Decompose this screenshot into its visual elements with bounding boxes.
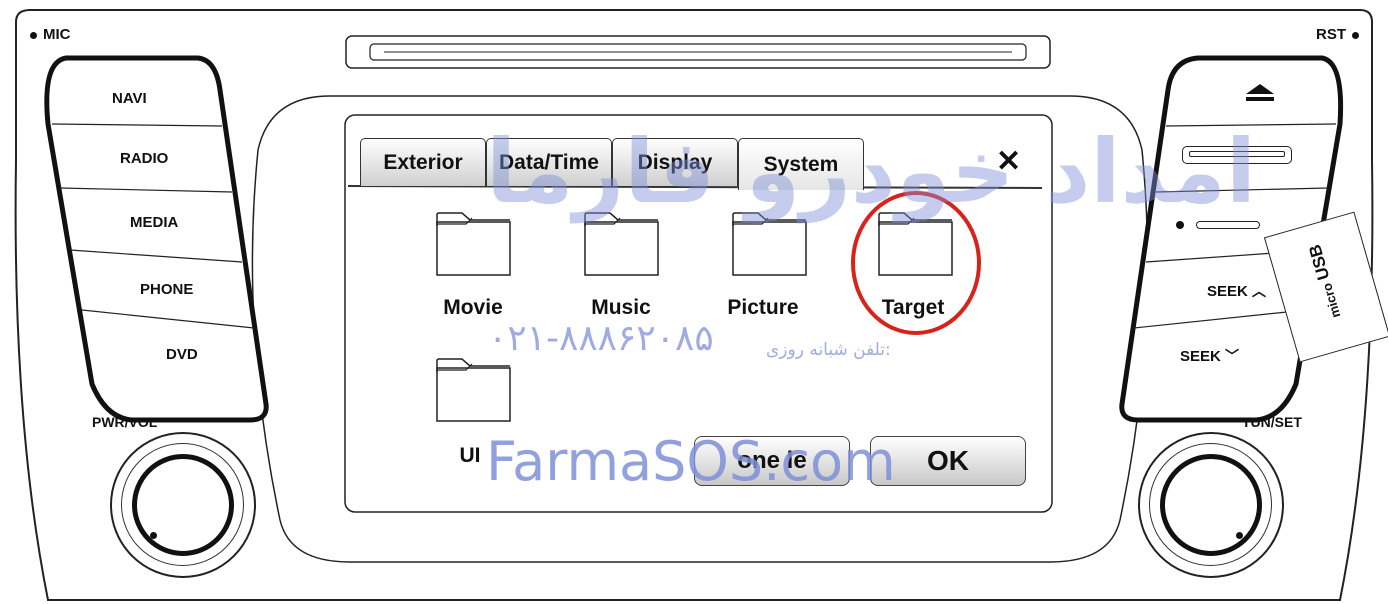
- usb-text: USB: [1305, 242, 1334, 283]
- watermark-brand: FarmaSOS.com: [486, 430, 896, 493]
- folder-label-picture: Picture: [727, 296, 799, 319]
- chevron-down-icon: ﹀: [1225, 348, 1240, 364]
- tun-set-knob[interactable]: [1138, 432, 1284, 578]
- folder-ui[interactable]: [436, 358, 512, 427]
- media-button[interactable]: MEDIA: [130, 214, 178, 231]
- folder-label-music: Music: [591, 296, 651, 319]
- watermark-phone: ۰۲۱-۸۸۸۶۲۰۸۵: [488, 318, 714, 359]
- tab-exterior[interactable]: Exterior: [360, 138, 486, 186]
- folder-label-movie: Movie: [443, 296, 503, 319]
- watermark-arabic: امداد خودرو فارما: [486, 120, 1257, 223]
- tun-set-label: TUN/SET: [1242, 414, 1302, 430]
- mic-dot-icon: [30, 31, 37, 39]
- seek-up-label: SEEK: [1207, 283, 1248, 300]
- knob-indicator-dot: [150, 532, 157, 539]
- knob-indicator-dot: [1236, 532, 1243, 539]
- seek-down-label: SEEK: [1180, 348, 1221, 365]
- micro-usb-label: micro USB: [1305, 242, 1345, 320]
- seek-up-button[interactable]: SEEK ︿: [1207, 281, 1266, 301]
- pwr-vol-label: PWR/VOL: [92, 414, 158, 430]
- dvd-button[interactable]: DVD: [166, 346, 198, 363]
- rst-label: RST: [1316, 26, 1346, 43]
- rst-indicator[interactable]: RST: [1316, 26, 1359, 43]
- seek-down-button[interactable]: SEEK ﹀: [1180, 346, 1239, 366]
- navi-button[interactable]: NAVI: [112, 90, 147, 107]
- mic-label: MIC: [43, 26, 71, 43]
- rst-dot-icon: [1352, 31, 1359, 39]
- folder-icon: [436, 358, 511, 422]
- eject-button[interactable]: [1244, 82, 1276, 107]
- micro-text: micro: [1319, 281, 1344, 320]
- watermark-phone-label: تلفن شبانه روزی:: [766, 340, 891, 360]
- eject-icon: [1246, 84, 1274, 101]
- phone-button[interactable]: PHONE: [140, 281, 193, 298]
- mic-indicator: MIC: [30, 26, 71, 43]
- pwr-vol-knob[interactable]: [110, 432, 256, 578]
- chevron-up-icon: ︿: [1252, 283, 1267, 299]
- radio-button[interactable]: RADIO: [120, 150, 168, 167]
